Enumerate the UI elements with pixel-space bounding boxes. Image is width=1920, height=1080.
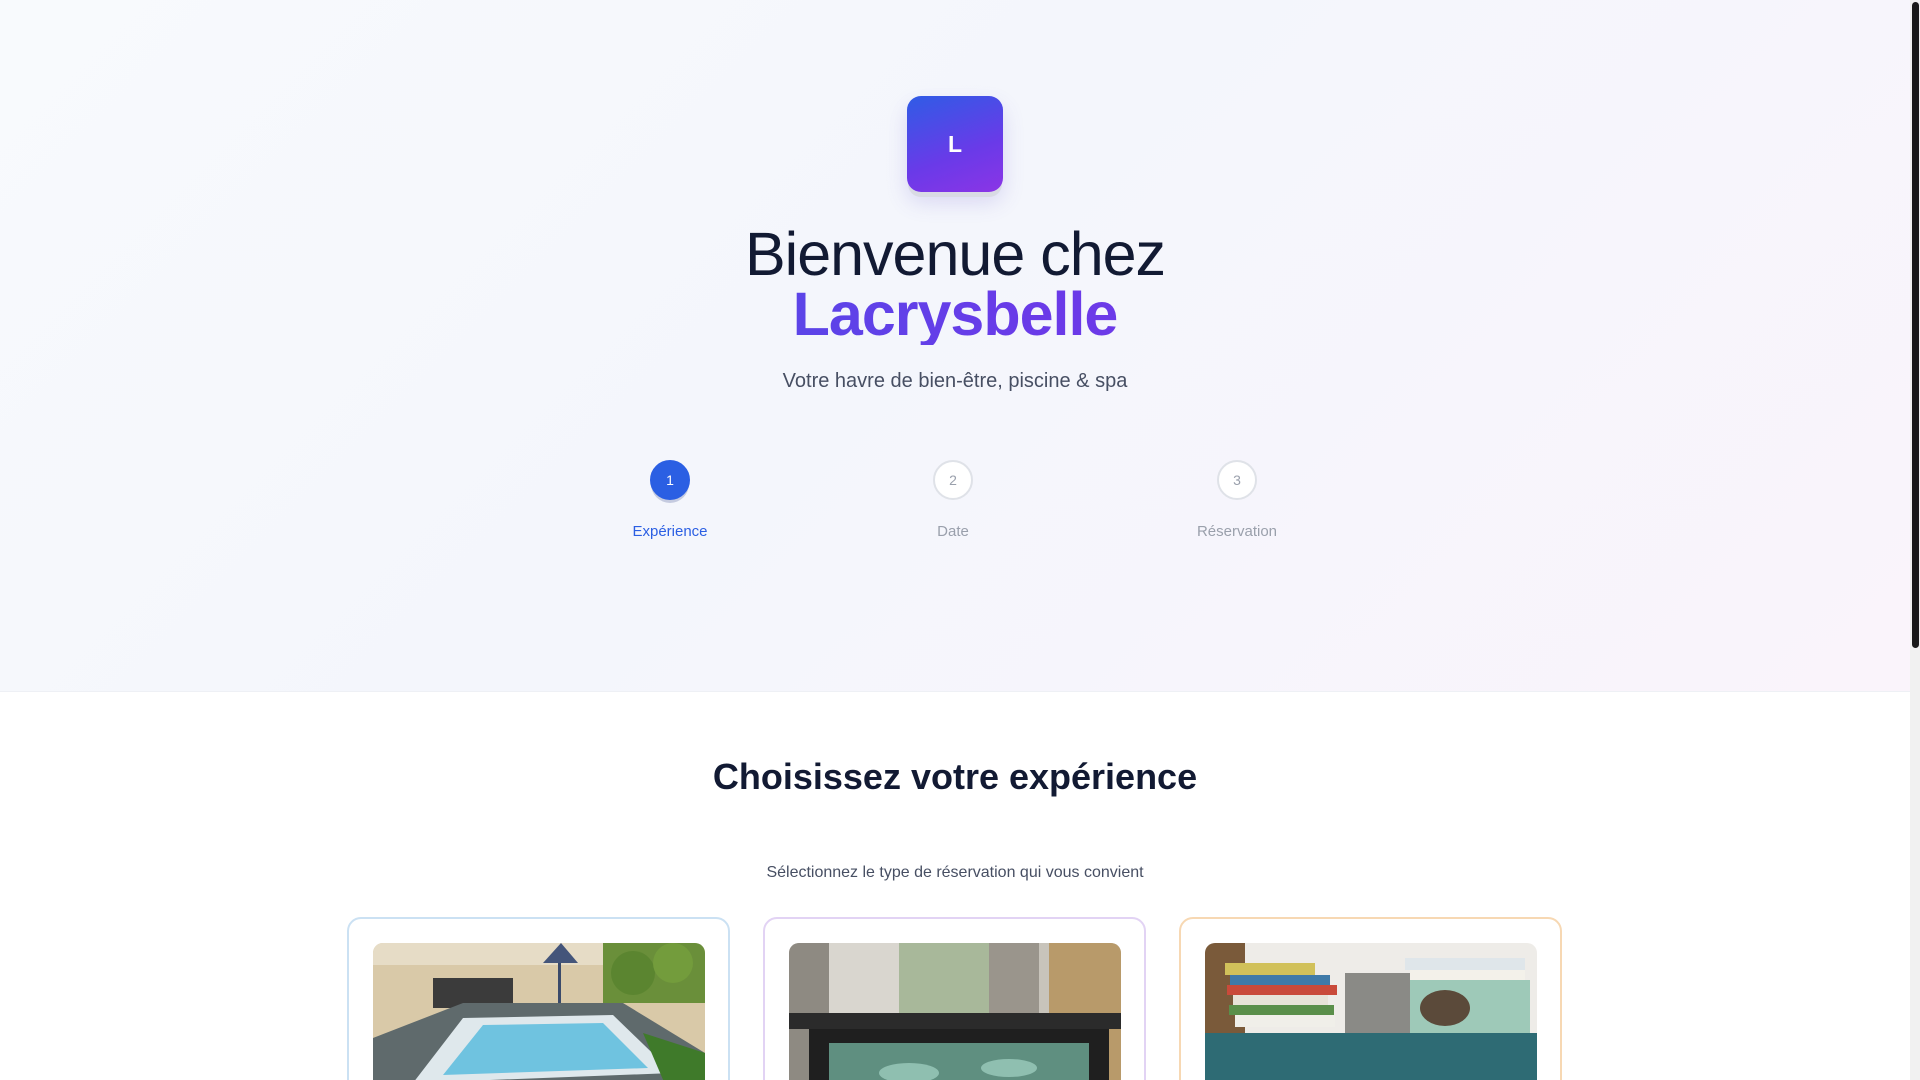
brand-name: Lacrysbelle bbox=[0, 284, 1910, 345]
step-experience[interactable]: 1 Expérience bbox=[570, 460, 770, 540]
brand-logo: L bbox=[907, 96, 1003, 192]
experience-card-pool[interactable] bbox=[347, 917, 730, 1080]
hero-subtitle: Votre havre de bien-être, piscine & spa bbox=[782, 370, 1128, 392]
experience-card-spa[interactable] bbox=[763, 917, 1146, 1080]
scrollbar-thumb[interactable] bbox=[1912, 2, 1919, 648]
pool-photo bbox=[373, 943, 705, 1080]
page-scrollbar[interactable] bbox=[1910, 0, 1920, 1080]
hero-title: Bienvenue chez bbox=[744, 220, 1166, 288]
step-number: 2 bbox=[933, 460, 973, 500]
section-subtitle: Sélectionnez le type de réservation qui … bbox=[766, 864, 1144, 881]
step-number: 3 bbox=[1217, 460, 1257, 500]
logo-letter: L bbox=[947, 130, 963, 157]
experience-card-library[interactable] bbox=[1179, 917, 1562, 1080]
step-number: 1 bbox=[650, 460, 690, 500]
spa-jacuzzi-photo bbox=[789, 943, 1121, 1080]
step-label: Réservation bbox=[1196, 523, 1278, 540]
hero-section: L Bienvenue chez Lacrysbelle Votre havre… bbox=[0, 0, 1910, 692]
step-date[interactable]: 2 Date bbox=[853, 460, 1053, 540]
section-title: Choisissez votre expérience bbox=[712, 756, 1198, 797]
step-label: Expérience bbox=[632, 523, 708, 540]
step-label: Date bbox=[937, 523, 969, 540]
books-shelf-photo bbox=[1205, 943, 1537, 1080]
step-reservation[interactable]: 3 Réservation bbox=[1137, 460, 1337, 540]
